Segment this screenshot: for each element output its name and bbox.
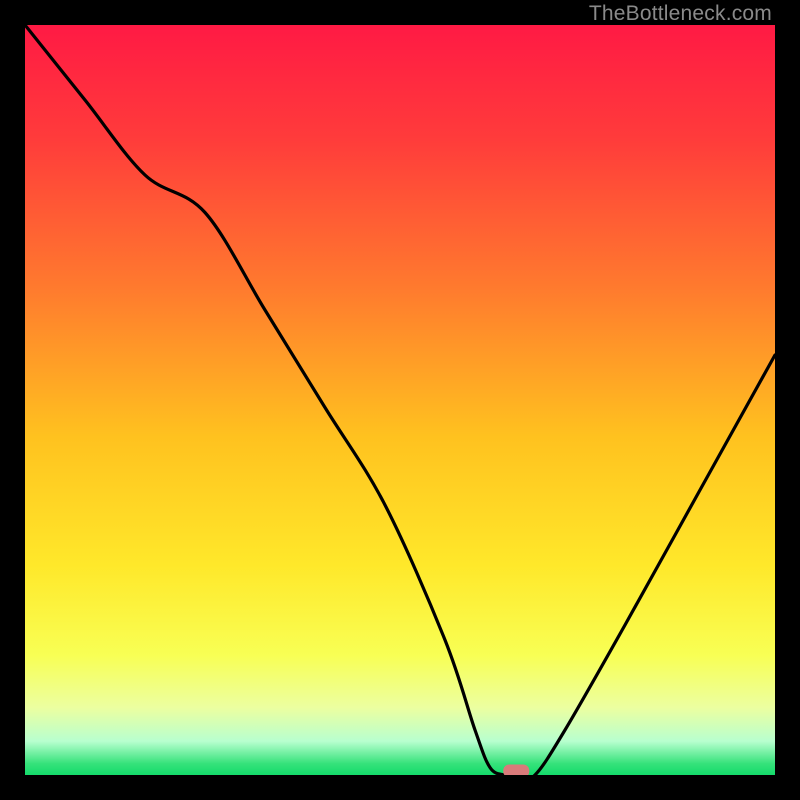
optimal-marker xyxy=(503,765,529,776)
gradient-background xyxy=(25,25,775,775)
watermark-text: TheBottleneck.com xyxy=(589,2,772,26)
bottleneck-chart xyxy=(25,25,775,775)
chart-frame xyxy=(25,25,775,775)
